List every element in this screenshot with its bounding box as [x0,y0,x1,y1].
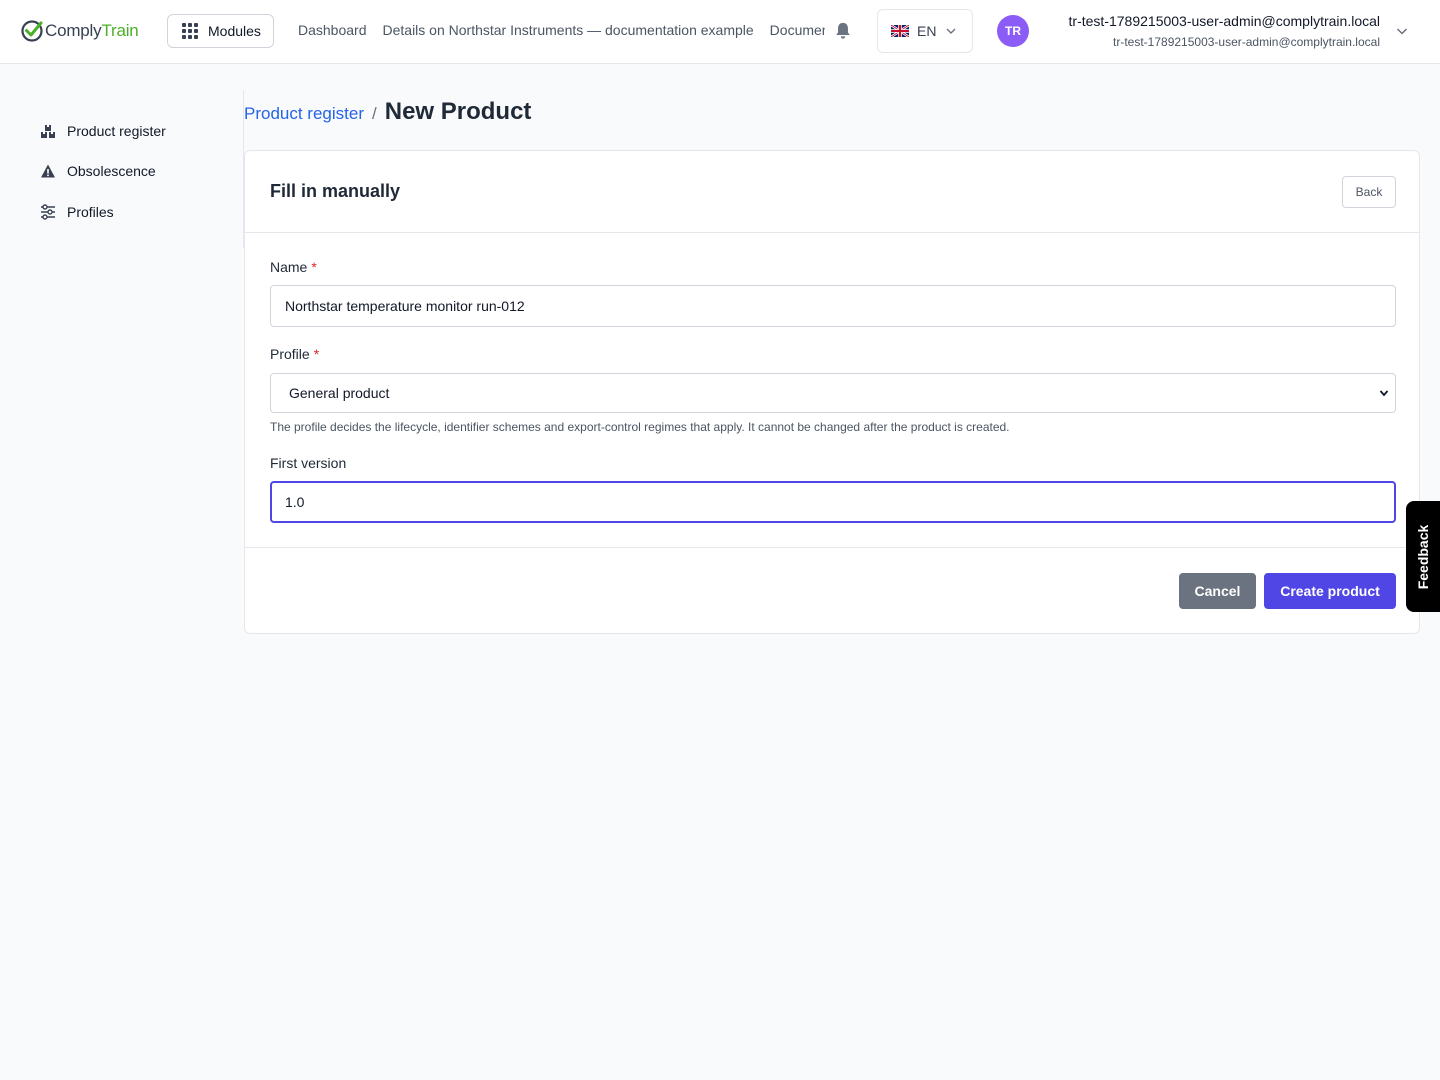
user-email: tr-test-1789215003-user-admin@complytrai… [1113,35,1380,49]
nav-link-details[interactable]: Details on Northstar Instruments — docum… [383,22,754,38]
sidebar: Product register Obsolescence Profiles [0,64,244,1080]
language-selector[interactable]: EN [877,9,973,53]
sidebar-item-label: Profiles [67,204,114,220]
uk-flag-icon [891,25,909,37]
profile-label: Profile * [270,346,320,362]
grid-icon [182,23,198,39]
sidebar-item-obsolescence[interactable]: Obsolescence [40,159,156,183]
breadcrumb-separator: / [372,104,377,123]
required-marker: * [313,346,320,362]
feedback-tab[interactable]: Feedback [1406,501,1440,612]
sidebar-item-product-register[interactable]: Product register [40,119,166,143]
top-nav: Dashboard Details on Northstar Instrument… [298,22,825,42]
top-bar: ComplyTrain Modules Dashboard Details on … [0,0,1440,64]
chevron-down-icon [946,28,956,34]
complytrain-logo[interactable]: ComplyTrain [20,17,139,45]
profile-help-text: The profile decides the lifecycle, ident… [270,420,1010,434]
language-code: EN [917,23,937,39]
user-menu-chevron-icon[interactable] [1396,25,1408,37]
bell-icon[interactable] [834,21,852,41]
sliders-icon [41,204,55,220]
sidebar-item-profiles[interactable]: Profiles [40,200,114,224]
cancel-button[interactable]: Cancel [1179,573,1256,609]
boxes-icon [41,125,55,138]
first-version-input[interactable]: 1.0 [270,481,1396,523]
modules-label: Modules [208,23,261,39]
required-marker: * [311,259,317,275]
nav-link-documentation[interactable]: Documentation [770,22,825,38]
logo-text-train: Train [101,21,139,40]
breadcrumb: Product register / New Product [244,98,531,126]
breadcrumb-link-product-register[interactable]: Product register [244,104,364,124]
nav-link-dashboard[interactable]: Dashboard [298,22,367,38]
new-product-form-card: Fill in manually Back Name * Northstar te… [244,150,1420,634]
modules-button[interactable]: Modules [167,14,274,48]
warning-icon [41,164,55,178]
first-version-label: First version [270,455,347,471]
card-header: Fill in manually Back [245,151,1419,233]
card-title: Fill in manually [270,181,401,201]
profile-select[interactable]: General product [270,373,1396,413]
user-name: tr-test-1789215003-user-admin@complytrai… [1068,13,1380,29]
logo-text-comply: Comply [45,21,102,40]
logo-check-icon [21,20,43,42]
create-product-button[interactable]: Create product [1264,573,1396,609]
feedback-label: Feedback [1415,524,1431,589]
back-button[interactable]: Back [1342,176,1396,208]
profile-selected-value: General product [289,385,390,401]
sidebar-item-label: Product register [67,123,166,139]
chevron-down-icon [1379,390,1389,397]
sidebar-item-label: Obsolescence [67,163,156,179]
name-input[interactable]: Northstar temperature monitor run-012 [270,285,1396,327]
name-label: Name * [270,259,317,275]
card-footer-divider [245,547,1419,548]
avatar[interactable]: TR [997,15,1029,47]
page-title: New Product [384,98,532,125]
